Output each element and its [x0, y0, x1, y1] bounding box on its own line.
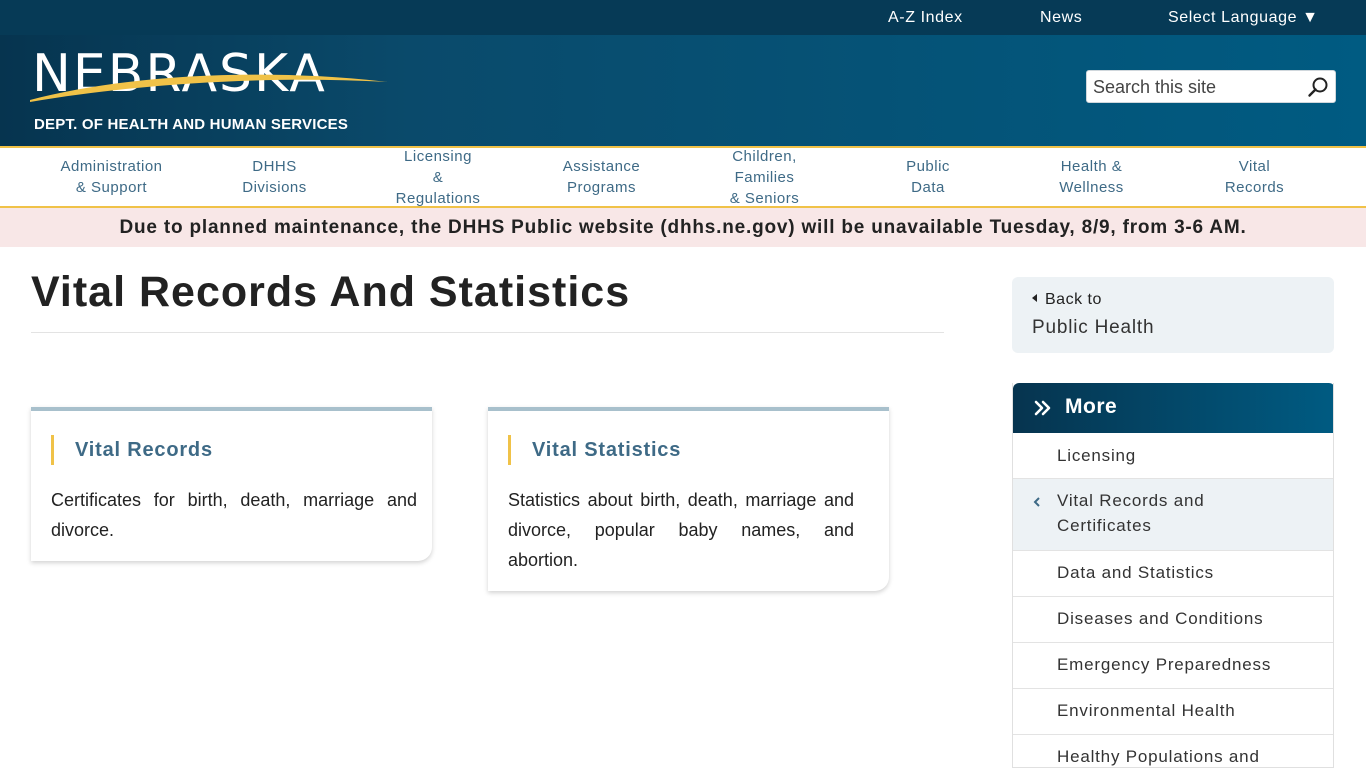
card-vital-records[interactable]: Vital Records Certificates for birth, de… [31, 407, 432, 561]
sidebar-item-label: Licensing [1057, 446, 1137, 465]
caret-left-icon [1032, 293, 1037, 302]
nav-item-licensing[interactable]: Licensing & Regulations [356, 148, 520, 207]
nav-item-vital-records[interactable]: Vital Records [1173, 148, 1336, 206]
logo-subtitle: DEPT. OF HEALTH AND HUMAN SERVICES [34, 116, 349, 133]
maintenance-alert: Due to planned maintenance, the DHHS Pub… [0, 208, 1366, 247]
az-index-link[interactable]: A-Z Index [888, 9, 963, 27]
nav-item-administration[interactable]: Administration & Support [30, 148, 193, 206]
double-chevron-right-icon [1034, 400, 1051, 416]
sidebar-item-environmental-health[interactable]: Environmental Health [1013, 689, 1333, 735]
card-description: Statistics about birth, death, marriage … [508, 490, 854, 570]
sidebar-item-licensing[interactable]: Licensing [1013, 433, 1333, 479]
card-description: Certificates for birth, death, marriage … [51, 490, 417, 540]
card-vital-statistics[interactable]: Vital Statistics Statistics about birth,… [488, 407, 889, 591]
sidebar-item-label: Diseases and Conditions [1057, 609, 1264, 628]
utility-bar: A-Z Index News Select Language ▼ [0, 0, 1366, 35]
search-input[interactable] [1093, 76, 1303, 98]
sidebar-item-label: Healthy Populations and [1057, 747, 1260, 766]
nav-item-public-data[interactable]: Public Data [846, 148, 1010, 206]
sidebar-item-healthy-populations[interactable]: Healthy Populations and [1013, 735, 1333, 767]
back-target: Public Health [1032, 317, 1155, 338]
title-divider [31, 332, 944, 333]
more-menu: More Licensing Vital Records and Certifi… [1012, 383, 1334, 768]
nav-item-health-wellness[interactable]: Health & Wellness [1010, 148, 1173, 206]
site-search [1086, 70, 1336, 103]
sidebar-item-vital-records-certificates[interactable]: Vital Records and Certificates [1013, 479, 1333, 551]
sidebar-item-label: Environmental Health [1057, 701, 1236, 720]
back-label: Back to [1045, 291, 1102, 308]
main-navigation: Administration & Support DHHS Divisions … [0, 146, 1366, 208]
sidebar-item-label: Vital Records and Certificates [1057, 491, 1205, 535]
nav-item-dhhs-divisions[interactable]: DHHS Divisions [193, 148, 356, 206]
news-link[interactable]: News [1040, 9, 1082, 27]
card-title[interactable]: Vital Records [51, 435, 213, 465]
sidebar-item-label: Data and Statistics [1057, 563, 1214, 582]
sidebar-item-emergency-preparedness[interactable]: Emergency Preparedness [1013, 643, 1333, 689]
sidebar-item-diseases-conditions[interactable]: Diseases and Conditions [1013, 597, 1333, 643]
site-header: A-Z Index News Select Language ▼ NEBRASK… [0, 0, 1366, 146]
page-title: Vital Records And Statistics [31, 268, 631, 316]
search-icon[interactable] [1307, 76, 1329, 98]
sidebar-item-label: Emergency Preparedness [1057, 655, 1272, 674]
nav-item-assistance-programs[interactable]: Assistance Programs [520, 148, 683, 206]
back-link[interactable]: Back to Public Health [1012, 277, 1334, 353]
nav-item-children-families-seniors[interactable]: Children, Families & Seniors [683, 148, 846, 207]
select-language-dropdown[interactable]: Select Language ▼ [1168, 9, 1319, 27]
sidebar-item-data-statistics[interactable]: Data and Statistics [1013, 551, 1333, 597]
logo-swoosh-icon [30, 74, 388, 102]
more-title: More [1065, 395, 1118, 418]
alert-text: Due to planned maintenance, the DHHS Pub… [119, 216, 1247, 238]
card-title[interactable]: Vital Statistics [508, 435, 681, 465]
more-header: More [1013, 383, 1333, 433]
chevron-left-icon [1033, 497, 1040, 507]
